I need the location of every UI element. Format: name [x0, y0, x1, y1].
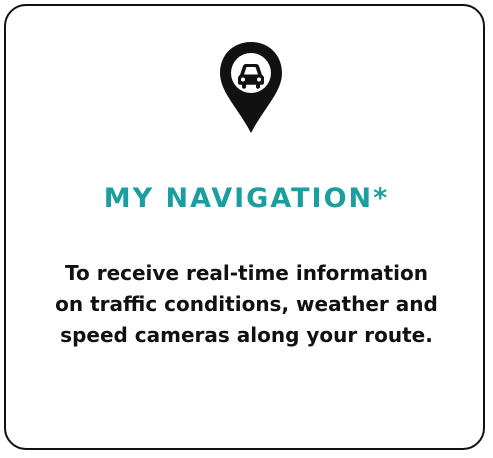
- description-line: speed cameras along your route.: [60, 323, 433, 347]
- location-pin-car-icon: [220, 42, 282, 133]
- card-description: To receive real-time information on traf…: [0, 258, 493, 351]
- description-line: on traffic conditions, weather and: [55, 292, 438, 316]
- card-title: MY NAVIGATION*: [103, 183, 390, 214]
- description-line: To receive real-time information: [65, 261, 428, 285]
